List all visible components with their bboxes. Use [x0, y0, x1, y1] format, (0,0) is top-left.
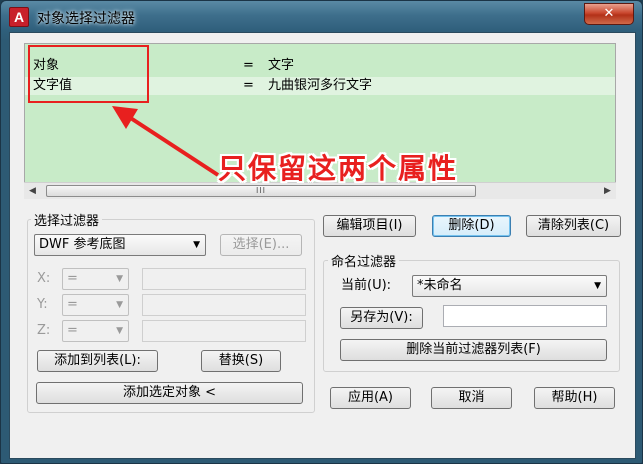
add-selected-object-button[interactable]: 添加选定对象 <: [36, 382, 303, 404]
autocad-logo-icon: A: [9, 7, 29, 27]
chevron-down-icon: ▼: [116, 326, 123, 336]
list-row-operator: =: [243, 58, 254, 73]
chevron-down-icon: ▼: [594, 281, 601, 291]
delete-button[interactable]: 删除(D): [432, 215, 511, 237]
annotation-text: 只保留这两个属性: [218, 152, 459, 185]
x-operator-value: =: [67, 271, 78, 286]
object-type-value: DWF 参考底图: [39, 237, 126, 252]
apply-button[interactable]: 应用(A): [330, 387, 411, 409]
y-value-input[interactable]: [142, 294, 306, 316]
edit-item-button[interactable]: 编辑项目(I): [323, 215, 416, 237]
save-as-button[interactable]: 另存为(V):: [340, 307, 423, 329]
z-operator-dropdown[interactable]: = ▼: [62, 320, 129, 342]
scroll-right-icon[interactable]: ▶: [599, 183, 616, 199]
y-operator-dropdown[interactable]: = ▼: [62, 294, 129, 316]
x-label: X:: [37, 271, 51, 286]
dialog-client-area: 对象 = 文字 文字值 = 九曲银河多行文字 ◀ III ▶ 只保留这两个属性 …: [9, 32, 636, 459]
z-label: Z:: [37, 323, 51, 338]
dialog-window: A 对象选择过滤器 ✕ 对象 = 文字 文字值 = 九曲银河多行文字 ◀ III…: [0, 0, 643, 464]
y-operator-value: =: [67, 297, 78, 312]
chevron-down-icon: ▼: [116, 274, 123, 284]
annotation-arrow-icon: [112, 106, 220, 177]
list-row-operator: =: [243, 78, 254, 93]
select-button[interactable]: 选择(E)...: [220, 234, 302, 256]
current-filter-value: *未命名: [417, 278, 463, 293]
x-operator-dropdown[interactable]: = ▼: [62, 268, 129, 290]
help-button[interactable]: 帮助(H): [534, 387, 615, 409]
cancel-button[interactable]: 取消: [431, 387, 512, 409]
current-label: 当前(U):: [341, 278, 392, 293]
chevron-down-icon: ▼: [116, 300, 123, 310]
list-row-value: 文字: [268, 58, 295, 73]
clear-list-button[interactable]: 清除列表(C): [526, 215, 621, 237]
close-button[interactable]: ✕: [584, 3, 634, 25]
annotation-highlight-box: [28, 45, 149, 103]
z-operator-value: =: [67, 323, 78, 338]
select-filter-group-label: 选择过滤器: [31, 210, 103, 229]
x-value-input[interactable]: [142, 268, 306, 290]
named-filters-group-label: 命名过滤器: [328, 251, 400, 270]
delete-current-filter-list-button[interactable]: 删除当前过滤器列表(F): [340, 339, 607, 361]
save-as-name-input[interactable]: [443, 305, 607, 327]
substitute-button[interactable]: 替换(S): [201, 350, 281, 372]
dialog-title: 对象选择过滤器: [37, 11, 135, 27]
current-filter-dropdown[interactable]: *未命名 ▼: [412, 275, 607, 297]
y-label: Y:: [37, 297, 48, 312]
add-to-list-button[interactable]: 添加到列表(L):: [37, 350, 158, 372]
list-row-value: 九曲银河多行文字: [268, 78, 373, 93]
title-bar[interactable]: A 对象选择过滤器 ✕: [1, 1, 642, 33]
scroll-left-icon[interactable]: ◀: [24, 183, 41, 199]
z-value-input[interactable]: [142, 320, 306, 342]
chevron-down-icon: ▼: [193, 240, 200, 250]
object-type-dropdown[interactable]: DWF 参考底图 ▼: [34, 234, 206, 256]
